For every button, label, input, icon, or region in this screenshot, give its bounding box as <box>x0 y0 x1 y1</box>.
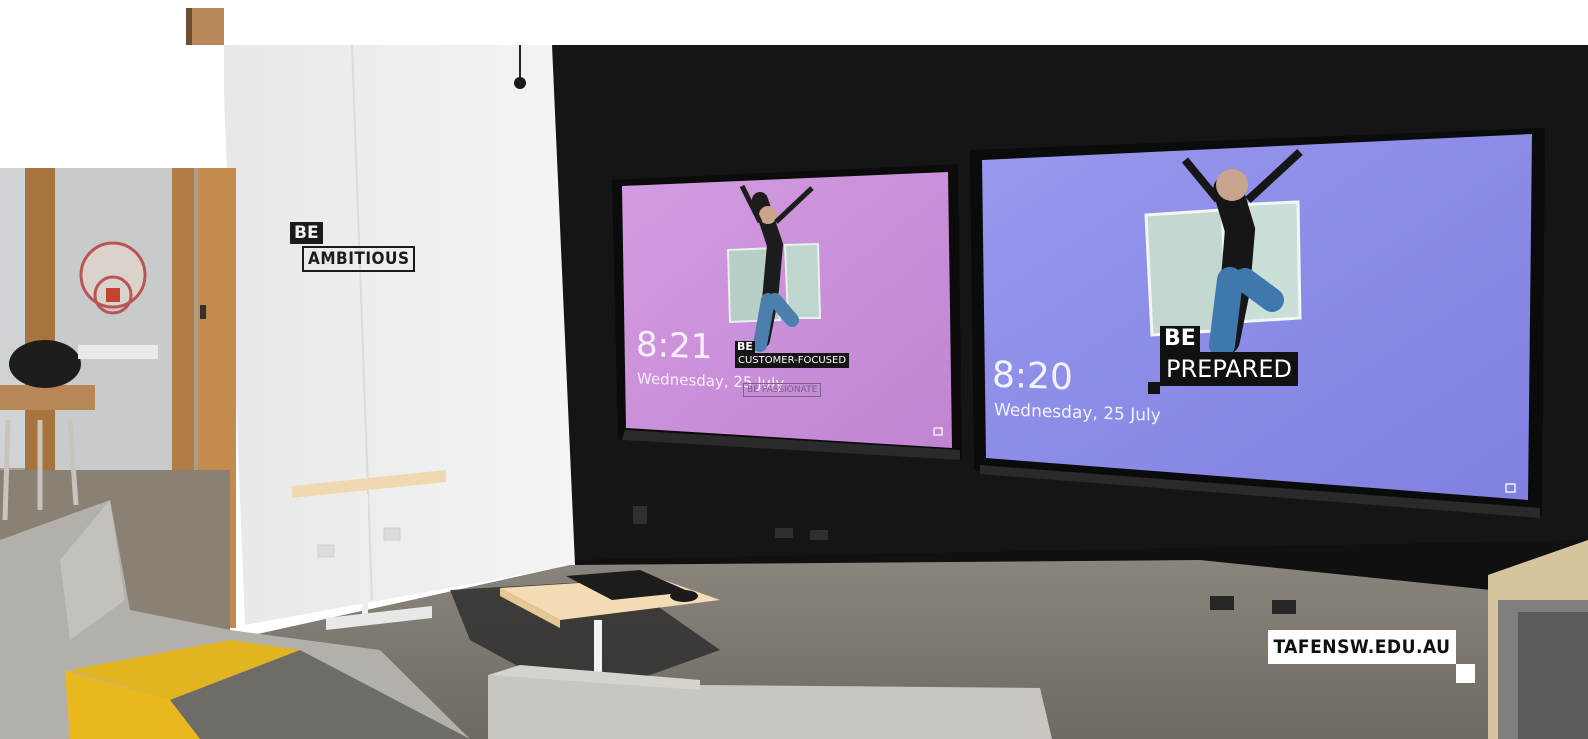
right-screen-tag-value: PREPARED <box>1160 352 1298 386</box>
left-screen-tag-value: CUSTOMER-FOCUSED <box>735 353 850 368</box>
room-illustration <box>0 0 1588 739</box>
left-screen-tag-secondary: BE PASSIONATE <box>743 383 822 397</box>
right-screen-time: 8:20 <box>992 354 1073 399</box>
left-screen-tag-be: BE <box>735 340 755 353</box>
brand-badge: TAFENSW.EDU.AU <box>1268 630 1456 664</box>
left-screen-time: 8:21 <box>636 324 713 368</box>
wall-sign-ambitious: AMBITIOUS <box>302 246 416 272</box>
right-screen-tag-be: BE <box>1160 326 1200 352</box>
photo-scene: BE AMBITIOUS 8:21 Wednesday, 25 July BE … <box>0 0 1588 739</box>
brand-badge-corner <box>1456 664 1475 683</box>
wall-sign-be: BE <box>290 222 323 244</box>
